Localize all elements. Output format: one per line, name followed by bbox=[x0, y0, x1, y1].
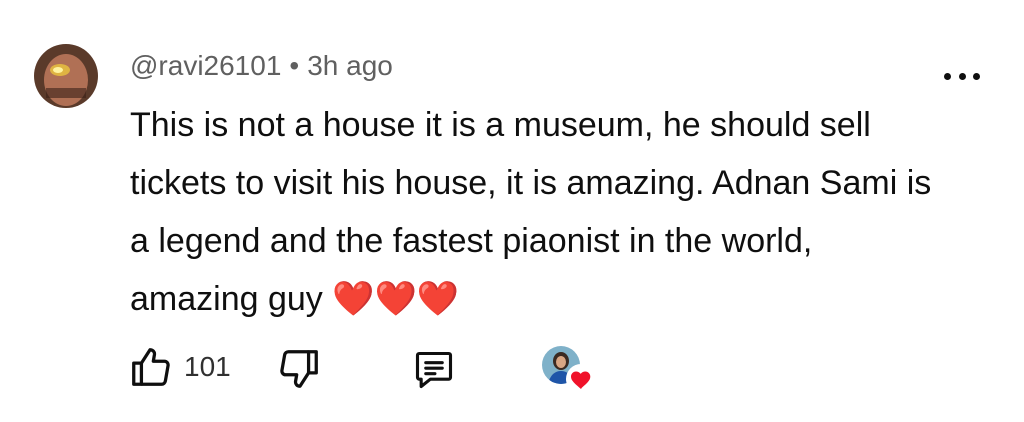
meta-separator: • bbox=[289, 50, 300, 81]
creator-heart-icon bbox=[571, 371, 591, 389]
comment-text: This is not a house it is a museum, he s… bbox=[130, 106, 932, 318]
dislike-button[interactable] bbox=[276, 346, 322, 397]
heart-emojis: ❤️❤️❤️ bbox=[332, 280, 459, 318]
like-count: 101 bbox=[184, 351, 231, 382]
comment-actions: 101 bbox=[0, 340, 1024, 400]
heart-emoji: ❤️ bbox=[332, 280, 375, 318]
more-dot bbox=[958, 72, 966, 80]
avatar[interactable] bbox=[34, 44, 98, 108]
more-dot bbox=[944, 72, 951, 80]
more-options-button[interactable] bbox=[944, 62, 980, 90]
comment-icon bbox=[415, 351, 453, 389]
avatar-image bbox=[34, 44, 98, 108]
creator-heart-badge bbox=[566, 364, 596, 394]
author-handle[interactable]: @ravi26101 bbox=[130, 50, 281, 81]
thumbs-down-icon bbox=[280, 350, 318, 388]
reply-button[interactable] bbox=[412, 348, 456, 397]
comment-meta: @ravi26101 • 3h ago bbox=[130, 50, 393, 82]
creator-heart bbox=[542, 346, 598, 396]
heart-emoji: ❤️ bbox=[416, 280, 460, 318]
thumbs-up-icon bbox=[132, 348, 170, 386]
comment-body: This is not a house it is a museum, he s… bbox=[130, 96, 950, 328]
heart-emoji: ❤️ bbox=[374, 280, 417, 318]
more-dot bbox=[973, 72, 980, 80]
like-button[interactable]: 101 bbox=[128, 344, 231, 390]
comment-timestamp: 3h ago bbox=[307, 50, 393, 81]
